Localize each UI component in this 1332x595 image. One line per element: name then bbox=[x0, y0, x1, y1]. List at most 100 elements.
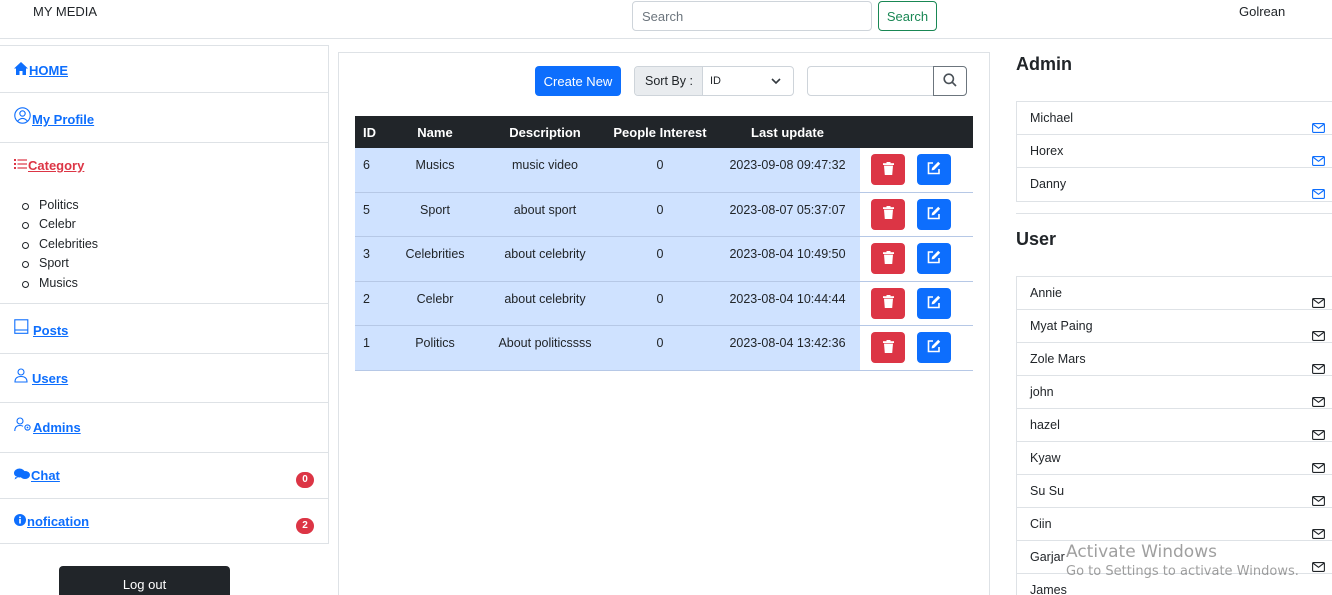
sidebar-link-posts[interactable]: Posts bbox=[14, 319, 68, 338]
category-item[interactable]: Celebrities bbox=[22, 235, 98, 254]
cell-updated: 2023-08-07 05:37:07 bbox=[715, 192, 860, 237]
logout-button[interactable]: Log out bbox=[59, 566, 230, 595]
brand-logo[interactable]: MY MEDIA bbox=[33, 4, 97, 19]
cell-actions bbox=[860, 237, 973, 281]
cell-id: 3 bbox=[355, 237, 385, 281]
user-list-item[interactable]: Ciin bbox=[1017, 508, 1332, 541]
sidebar-link-profile[interactable]: My Profile bbox=[14, 107, 94, 127]
top-search-input[interactable] bbox=[632, 1, 872, 31]
delete-button[interactable] bbox=[871, 154, 905, 185]
user-list-item[interactable]: Zole Mars bbox=[1017, 343, 1332, 376]
sidebar-item-users: Users bbox=[0, 354, 328, 403]
user-name: Annie bbox=[1030, 286, 1062, 300]
sidebar-label-home: HOME bbox=[29, 63, 68, 78]
trash-icon bbox=[882, 339, 894, 356]
pencil-square-icon bbox=[927, 206, 941, 223]
user-list-item[interactable]: Myat Paing bbox=[1017, 310, 1332, 343]
header-description: Description bbox=[509, 124, 581, 140]
envelope-icon[interactable] bbox=[1312, 585, 1325, 595]
cell-actions bbox=[860, 326, 973, 370]
delete-button[interactable] bbox=[871, 332, 905, 364]
top-search-button[interactable]: Search bbox=[878, 1, 937, 31]
user-name: Su Su bbox=[1030, 484, 1065, 498]
edit-button[interactable] bbox=[917, 243, 951, 275]
windows-activation-watermark: Activate Windows Go to Settings to activ… bbox=[1066, 542, 1299, 579]
pencil-square-icon bbox=[927, 250, 941, 267]
user-list-item[interactable]: Su Su bbox=[1017, 475, 1332, 508]
delete-button[interactable] bbox=[871, 243, 905, 275]
cell-interest: 0 bbox=[605, 237, 715, 281]
user-list-item[interactable]: john bbox=[1017, 376, 1332, 409]
sidebar-link-category[interactable]: Category bbox=[14, 158, 84, 173]
cell-interest: 0 bbox=[605, 148, 715, 192]
sidebar-label-users: Users bbox=[32, 371, 69, 386]
category-list: Politics Celebr Celebrities Sport Musics bbox=[22, 196, 98, 293]
person-icon bbox=[14, 368, 28, 386]
category-item[interactable]: Politics bbox=[22, 196, 98, 215]
cell-updated: 2023-09-08 09:47:32 bbox=[715, 148, 860, 192]
sidebar-label-posts: Posts bbox=[33, 323, 69, 338]
pencil-square-icon bbox=[927, 161, 941, 178]
user-list-item[interactable]: Kyaw bbox=[1017, 442, 1332, 475]
sidebar-label-category: Category bbox=[28, 158, 85, 173]
cell-name: Celebr bbox=[385, 281, 485, 326]
cell-description: about celebrity bbox=[485, 281, 605, 326]
category-item[interactable]: Sport bbox=[22, 254, 98, 273]
list-icon bbox=[14, 158, 27, 173]
sort-value[interactable]: ID bbox=[703, 67, 793, 95]
user-list-item[interactable]: hazel bbox=[1017, 409, 1332, 442]
edit-button[interactable] bbox=[917, 198, 951, 230]
cell-name: Musics bbox=[385, 148, 485, 192]
user-name: Garjar bbox=[1030, 550, 1065, 564]
chat-count-badge: 0 bbox=[296, 472, 314, 488]
envelope-icon[interactable] bbox=[1312, 179, 1325, 212]
sidebar-link-chat[interactable]: Chat bbox=[14, 468, 60, 483]
user-name: john bbox=[1030, 385, 1054, 399]
section-divider bbox=[1016, 213, 1332, 214]
delete-button[interactable] bbox=[871, 198, 905, 230]
sidebar-link-admins[interactable]: Admins bbox=[14, 417, 81, 435]
sort-select[interactable]: Sort By : ID bbox=[634, 66, 794, 96]
trash-icon bbox=[882, 250, 894, 267]
cell-updated: 2023-08-04 13:42:36 bbox=[715, 326, 860, 370]
info-circle-icon bbox=[14, 514, 26, 529]
cell-description: About politicssss bbox=[485, 326, 605, 370]
edit-button[interactable] bbox=[917, 287, 951, 319]
sidebar-link-notification[interactable]: nofication bbox=[14, 514, 89, 529]
user-name: James bbox=[1030, 583, 1067, 595]
table-search-input[interactable] bbox=[807, 66, 934, 96]
admin-list: Michael Horex Danny bbox=[1016, 101, 1332, 202]
admin-list-item[interactable]: Danny bbox=[1017, 168, 1332, 201]
sort-selected-option: ID bbox=[710, 75, 721, 87]
edit-button[interactable] bbox=[917, 332, 951, 364]
sidebar-label-notification: nofication bbox=[27, 514, 90, 529]
table-search-button[interactable] bbox=[933, 66, 967, 96]
table-row: 6 Musics music video 0 2023-09-08 09:47:… bbox=[355, 148, 973, 193]
admin-list-item[interactable]: Michael bbox=[1017, 102, 1332, 135]
sidebar-item-profile: My Profile bbox=[0, 93, 328, 143]
admin-list-item[interactable]: Horex bbox=[1017, 135, 1332, 168]
trash-icon bbox=[882, 206, 894, 222]
delete-button[interactable] bbox=[871, 287, 905, 319]
book-icon bbox=[14, 319, 29, 338]
edit-button[interactable] bbox=[917, 154, 951, 185]
user-name: Zole Mars bbox=[1030, 352, 1086, 366]
create-new-button[interactable]: Create New bbox=[535, 66, 621, 96]
sort-label: Sort By : bbox=[635, 67, 703, 95]
sidebar-item-posts: Posts bbox=[0, 304, 328, 354]
category-item[interactable]: Musics bbox=[22, 274, 98, 293]
user-name: hazel bbox=[1030, 418, 1060, 432]
search-icon bbox=[943, 72, 957, 90]
sidebar-link-home[interactable]: HOME bbox=[14, 62, 68, 78]
user-list-item[interactable]: Annie bbox=[1017, 277, 1332, 310]
user-name: Ciin bbox=[1030, 517, 1052, 531]
header-people-interest: People Interest bbox=[613, 124, 707, 140]
cell-id: 5 bbox=[355, 192, 385, 237]
cell-id: 6 bbox=[355, 148, 385, 192]
watermark-title: Activate Windows bbox=[1066, 542, 1217, 562]
cell-updated: 2023-08-04 10:44:44 bbox=[715, 281, 860, 326]
category-item[interactable]: Celebr bbox=[22, 215, 98, 234]
header-actions bbox=[860, 116, 973, 148]
current-user-name[interactable]: Golrean bbox=[1239, 4, 1285, 19]
sidebar-link-users[interactable]: Users bbox=[14, 368, 68, 386]
